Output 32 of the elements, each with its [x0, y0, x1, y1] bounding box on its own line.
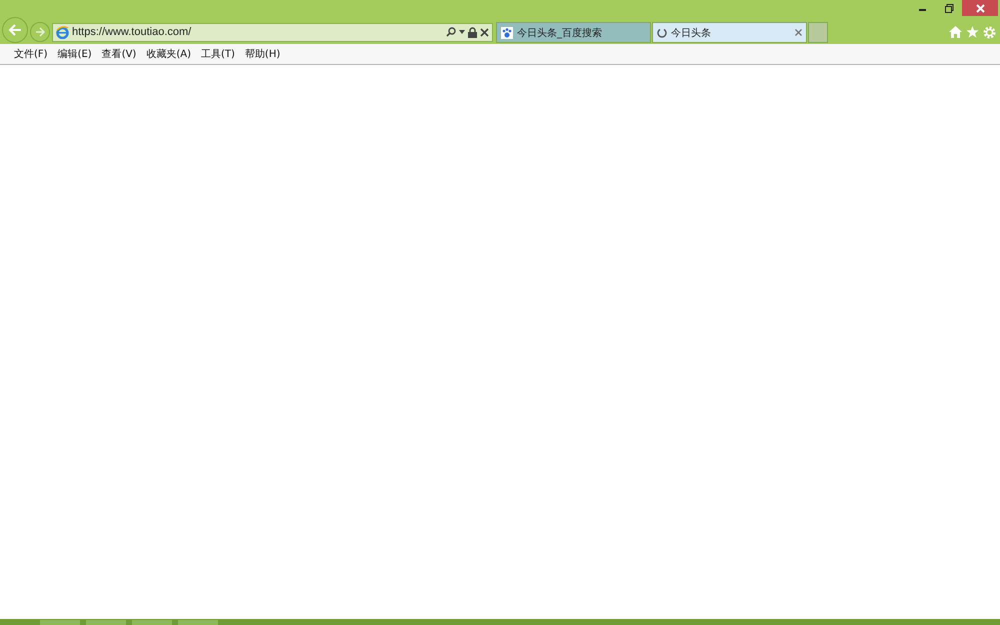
back-arrow-icon [8, 24, 22, 36]
close-icon [976, 4, 984, 12]
menu-item[interactable]: 帮助(H) [240, 47, 284, 61]
paw-favicon-icon [501, 26, 513, 38]
browser-tab[interactable]: 今日头条_百度搜索 [496, 22, 651, 43]
forward-arrow-icon [35, 27, 45, 37]
lock-icon[interactable] [468, 26, 477, 38]
url-text: https://www.toutiao.com/ [72, 26, 192, 38]
browser-tab[interactable]: 今日头条 [652, 22, 807, 43]
address-bar[interactable]: https://www.toutiao.com/ [52, 22, 493, 42]
close-button[interactable] [962, 0, 998, 16]
dropdown-caret-icon[interactable] [459, 30, 465, 34]
menu-item[interactable]: 文件(F) [10, 47, 52, 61]
menu-item[interactable]: 工具(T) [197, 47, 239, 61]
settings-icon [983, 26, 996, 38]
restore-icon [944, 4, 954, 12]
stop-icon[interactable] [480, 28, 489, 36]
home-button[interactable] [949, 26, 962, 38]
close-tab-icon[interactable] [795, 29, 802, 36]
menu-item[interactable]: 收藏夹(A) [142, 47, 195, 61]
back-button[interactable] [2, 17, 28, 43]
favorites-button[interactable] [966, 26, 979, 38]
settings-button[interactable] [983, 26, 996, 38]
star-icon [966, 26, 979, 38]
search-icon[interactable] [446, 27, 456, 37]
menu-item[interactable]: 查看(V) [98, 47, 140, 61]
loading-spinner-icon [657, 28, 667, 38]
forward-button[interactable] [30, 22, 50, 42]
menu-item[interactable]: 编辑(E) [54, 47, 96, 61]
home-icon [949, 26, 962, 38]
new-tab-button[interactable] [808, 22, 828, 43]
ie-logo-icon [56, 26, 69, 38]
